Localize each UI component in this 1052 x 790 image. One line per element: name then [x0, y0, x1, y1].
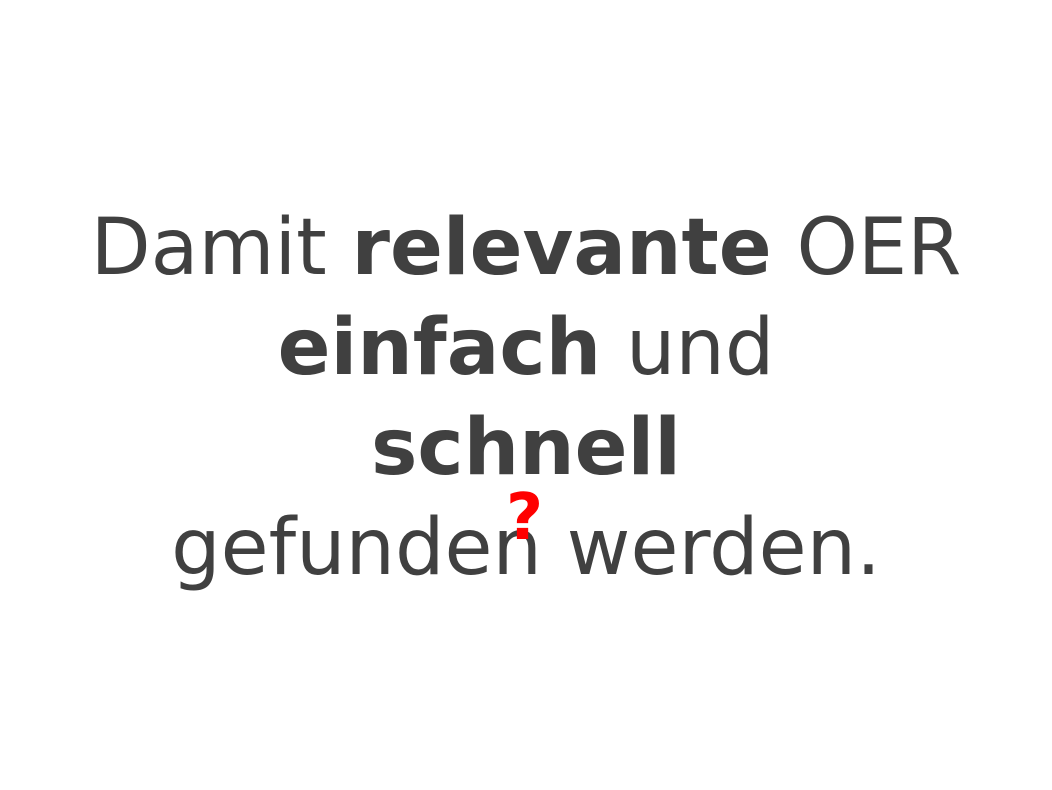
text-und: und: [601, 303, 775, 393]
text-einfach: einfach: [277, 303, 602, 393]
text-relevante: relevante: [351, 203, 772, 293]
text-damit: Damit: [90, 203, 352, 293]
question-mark-annotation: ?: [506, 481, 544, 555]
slide: Damit relevante OER einfach und schnell …: [0, 0, 1052, 790]
text-line-2: einfach und: [0, 298, 1052, 398]
text-oer: OER: [771, 203, 962, 293]
text-line-1: Damit relevante OER: [0, 198, 1052, 298]
